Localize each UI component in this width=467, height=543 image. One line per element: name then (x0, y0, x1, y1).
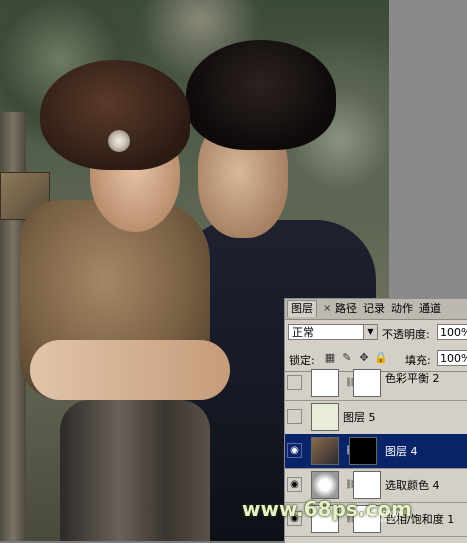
eye-icon[interactable] (287, 409, 302, 424)
tab-actions[interactable]: 动作 (388, 301, 416, 317)
layer-name: 图层 4 (385, 445, 418, 458)
adjustment-thumbnail (311, 369, 339, 397)
layer-name: 图层 5 (343, 411, 376, 424)
panel-tabs: 图层 × 路径 记录 动作 通道 (285, 299, 467, 320)
blend-row: 正常 ▼ 不透明度: 100% (285, 322, 467, 344)
layer-thumbnail (311, 403, 339, 431)
hair-clip (108, 130, 130, 152)
layer-row-selected[interactable]: ◉ ⛓ 图层 4 (285, 434, 467, 469)
workspace-background (389, 0, 467, 298)
eye-icon[interactable] (287, 375, 302, 390)
adjustment-thumbnail (311, 471, 339, 499)
lock-icon[interactable]: 🔒 (374, 351, 388, 365)
woman-hair (40, 60, 190, 170)
chevron-down-icon[interactable]: ▼ (363, 325, 377, 339)
woman-arm (30, 340, 230, 400)
lock-transparent-icon[interactable]: ▦ (323, 351, 337, 365)
fill-input[interactable]: 100% (437, 350, 467, 366)
layer-row[interactable]: ⛓ 色彩平衡 2 (285, 366, 467, 401)
blend-mode-select[interactable]: 正常 ▼ (288, 324, 378, 340)
woman-dress (60, 400, 210, 541)
opacity-label: 不透明度: (382, 328, 430, 341)
close-icon[interactable]: × (323, 301, 331, 317)
opacity-input[interactable]: 100% (437, 324, 467, 340)
move-icon[interactable]: ✥ (357, 351, 371, 365)
layer-thumbnail (311, 437, 339, 465)
layer-name: 色彩平衡 2 (385, 372, 440, 385)
layer-name: 选取颜色 4 (385, 479, 440, 492)
watermark-subtext: 优设网 (365, 510, 402, 524)
brush-icon[interactable]: ✎ (340, 351, 354, 365)
woman-figure (20, 60, 250, 541)
tab-channels[interactable]: 通道 (416, 301, 444, 317)
tab-paths[interactable]: 路径 (332, 301, 360, 317)
mask-thumbnail (353, 369, 381, 397)
tab-layers[interactable]: 图层 (287, 300, 317, 317)
eye-icon[interactable]: ◉ (287, 443, 302, 458)
eye-icon[interactable]: ◉ (287, 477, 302, 492)
mask-thumbnail (353, 471, 381, 499)
blend-mode-value: 正常 (292, 326, 314, 339)
layer-row[interactable]: 图层 5 (285, 400, 467, 435)
tab-history[interactable]: 记录 (360, 301, 388, 317)
mask-thumbnail (349, 437, 377, 465)
